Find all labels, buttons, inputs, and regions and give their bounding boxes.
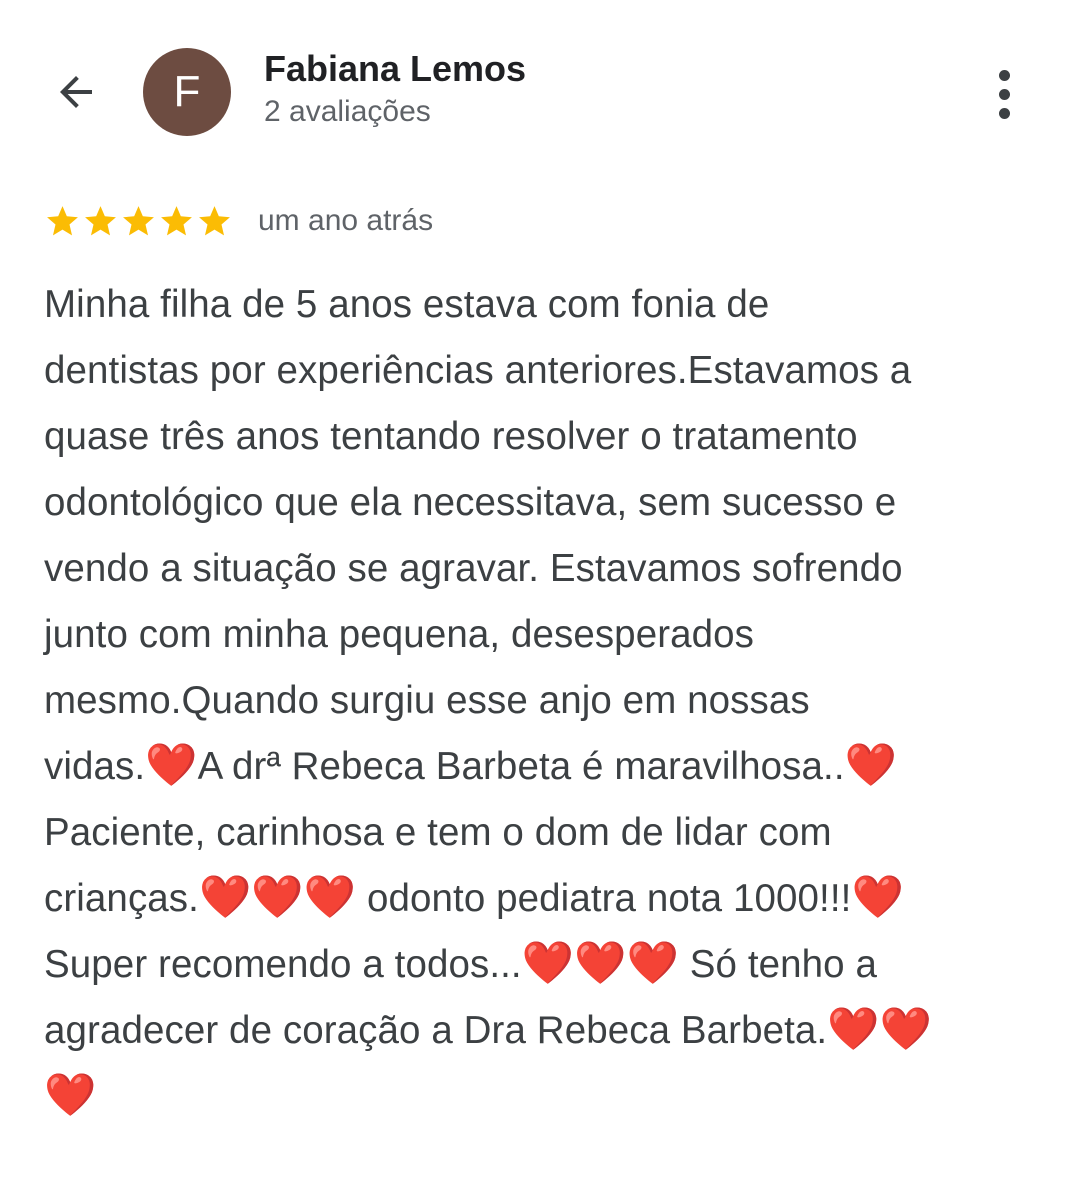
heart-emoji: ❤️ <box>626 939 679 986</box>
heart-emoji: ❤️ <box>44 1071 97 1118</box>
review-date: um ano atrás <box>258 204 434 237</box>
star-icon <box>199 205 230 235</box>
star-icon <box>47 205 78 235</box>
heart-emoji: ❤️ <box>251 873 304 920</box>
heart-emoji: ❤️ <box>145 741 198 788</box>
more-vert-icon-dot <box>998 107 1010 119</box>
heart-emoji: ❤️ <box>879 1005 933 1052</box>
arrow-back-icon <box>60 76 92 108</box>
star-icon <box>161 205 192 235</box>
more-options-button[interactable] <box>978 64 1030 124</box>
heart-emoji: ❤️ <box>198 873 252 920</box>
heart-emoji: ❤️ <box>521 939 575 986</box>
review-text: Minha filha de 5 anos estava com fonia d… <box>44 283 933 1118</box>
star-icon <box>85 205 116 235</box>
star-rating <box>44 203 234 240</box>
heart-emoji: ❤️ <box>574 939 627 986</box>
heart-emoji: ❤️ <box>303 873 357 920</box>
more-vert-icon-dot <box>998 88 1010 100</box>
star-icon <box>123 205 154 235</box>
reviewer-review-count: 2 avaliações <box>264 95 431 128</box>
heart-emoji: ❤️ <box>851 873 904 920</box>
avatar[interactable]: F <box>143 48 231 136</box>
review-header: F Fabiana Lemos 2 avaliações <box>0 0 1080 180</box>
heart-emoji: ❤️ <box>844 741 898 788</box>
back-button[interactable] <box>44 60 108 124</box>
heart-emoji: ❤️ <box>827 1005 880 1052</box>
avatar-letter: F <box>173 67 201 116</box>
more-vert-icon-dot <box>998 69 1010 81</box>
rating-row: um ano atrás <box>44 196 433 246</box>
reviewer-name[interactable]: Fabiana Lemos <box>264 48 526 90</box>
